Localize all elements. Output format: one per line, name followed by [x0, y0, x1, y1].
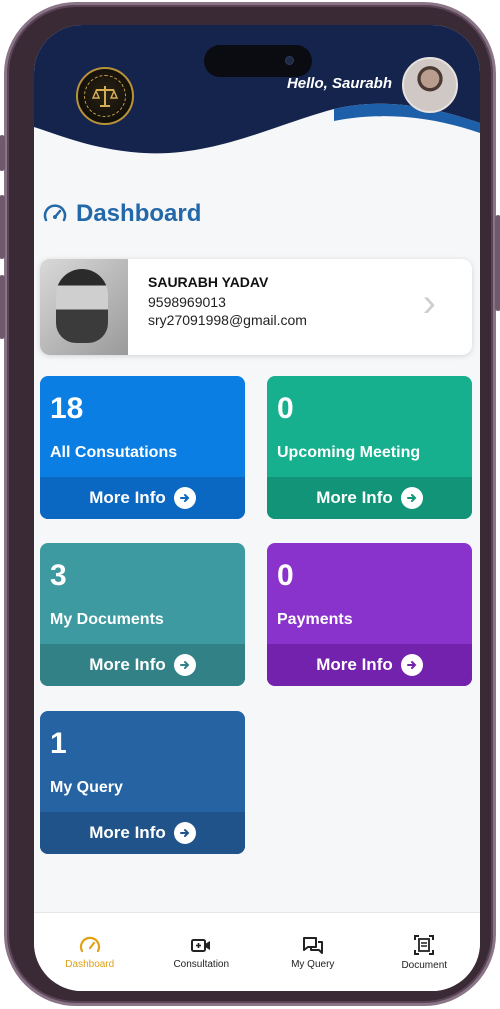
- video-icon: [191, 938, 211, 952]
- tile-label: Payments: [277, 611, 353, 628]
- more-info-button[interactable]: More Info: [40, 477, 245, 519]
- phone-frame: Hello, Saurabh Dashboard SAURABH YADAV 9…: [0, 2, 500, 1006]
- volume-down-button: [0, 275, 5, 339]
- page-title-text: Dashboard: [76, 200, 202, 227]
- tile-count: 18: [50, 392, 84, 425]
- more-info-label: More Info: [316, 655, 393, 674]
- nav-label: Consultation: [173, 958, 230, 970]
- arrow-right-icon: [173, 654, 196, 676]
- more-info-button[interactable]: More Info: [40, 812, 245, 854]
- tile-my-query[interactable]: 1 My Query More Info: [40, 711, 245, 854]
- arrow-right-icon: [173, 487, 196, 509]
- more-info-button[interactable]: More Info: [267, 477, 472, 519]
- nav-label: My Query: [291, 958, 335, 970]
- scales-icon: [91, 86, 119, 107]
- document-icon: [414, 934, 435, 955]
- volume-up-button: [0, 195, 5, 259]
- more-info-label: More Info: [89, 823, 166, 842]
- more-info-button[interactable]: More Info: [267, 644, 472, 686]
- tile-payments[interactable]: 0 Payments More Info: [267, 543, 472, 686]
- tile-label: All Consutations: [50, 444, 178, 461]
- mute-switch: [0, 135, 5, 171]
- nav-document[interactable]: Document: [369, 913, 481, 991]
- more-info-label: More Info: [316, 488, 393, 507]
- gauge-icon: [43, 204, 67, 222]
- more-info-button[interactable]: More Info: [40, 644, 245, 686]
- power-button: [495, 215, 500, 311]
- nav-label: Dashboard: [65, 958, 115, 970]
- profile-name: SAURABH YADAV: [148, 274, 269, 290]
- tile-my-documents[interactable]: 3 My Documents More Info: [40, 543, 245, 686]
- chevron-right-icon[interactable]: ›: [423, 283, 436, 323]
- nav-consultation[interactable]: Consultation: [146, 913, 258, 991]
- app-screen: Hello, Saurabh Dashboard SAURABH YADAV 9…: [34, 25, 480, 991]
- tile-count: 1: [50, 727, 67, 760]
- arrow-right-icon: [400, 487, 423, 509]
- tile-count: 0: [277, 559, 294, 592]
- user-avatar[interactable]: [402, 57, 458, 113]
- nav-label: Document: [401, 959, 448, 971]
- tile-all-consultations[interactable]: 18 All Consutations More Info: [40, 376, 245, 519]
- tile-count: 3: [50, 559, 67, 592]
- page-title: Dashboard: [42, 200, 201, 228]
- tile-upcoming-meeting[interactable]: 0 Upcoming Meeting More Info: [267, 376, 472, 519]
- nav-dashboard[interactable]: Dashboard: [34, 913, 146, 991]
- greeting-text: Hello, Saurabh: [286, 75, 392, 92]
- nav-my-query[interactable]: My Query: [257, 913, 369, 991]
- app-header: Hello, Saurabh: [34, 25, 480, 165]
- bottom-nav: Dashboard Consultation My Query Document: [34, 912, 480, 991]
- tile-label: Upcoming Meeting: [277, 444, 421, 461]
- chat-icon: [302, 936, 323, 954]
- tile-label: My Query: [50, 779, 123, 796]
- more-info-label: More Info: [89, 655, 166, 674]
- gauge-icon: [79, 936, 100, 952]
- tile-label: My Documents: [50, 611, 164, 628]
- profile-photo: [40, 259, 128, 355]
- profile-email: sry27091998@gmail.com: [148, 312, 307, 328]
- arrow-right-icon: [173, 822, 196, 844]
- arrow-right-icon: [400, 654, 423, 676]
- profile-card[interactable]: SAURABH YADAV 9598969013 sry27091998@gma…: [40, 259, 472, 355]
- tile-count: 0: [277, 392, 294, 425]
- dynamic-island: [204, 45, 312, 77]
- firm-logo: [76, 67, 134, 125]
- profile-phone: 9598969013: [148, 294, 226, 310]
- more-info-label: More Info: [89, 488, 166, 507]
